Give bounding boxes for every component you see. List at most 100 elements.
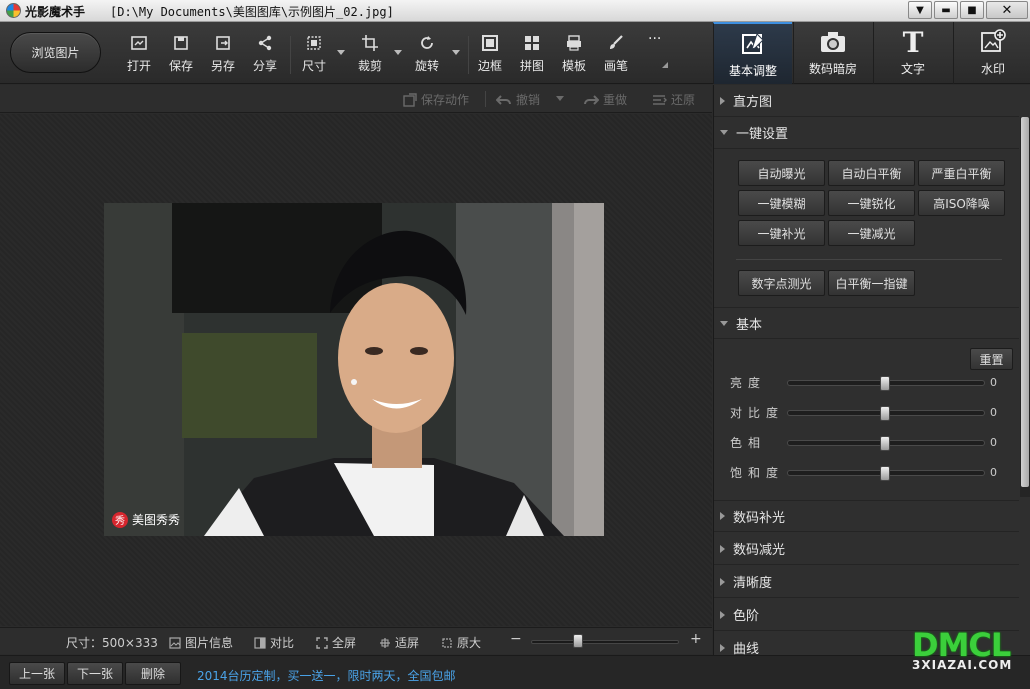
auto-white-balance-button[interactable]: 自动白平衡 xyxy=(828,160,915,186)
compare-button[interactable]: 对比 xyxy=(254,634,294,651)
tab-text[interactable]: T 文字 xyxy=(873,22,952,84)
tab-basic-adjust[interactable]: 基本调整 xyxy=(713,22,792,84)
window-controls: ▼ ▬ ■ ✕ xyxy=(908,1,1028,19)
collage-button[interactable]: 拼图 xyxy=(520,32,544,76)
collapsed-arrow-icon xyxy=(720,96,725,105)
delete-image-button[interactable]: 删除 xyxy=(125,662,181,685)
one-click-fill-light-button[interactable]: 一键补光 xyxy=(738,220,825,246)
zoom-in-button[interactable]: + xyxy=(690,631,702,647)
collapsed-arrow-icon xyxy=(720,544,725,553)
panel-scrollbar[interactable] xyxy=(1020,117,1030,497)
one-click-reduce-light-button[interactable]: 一键减光 xyxy=(828,220,915,246)
zoom-slider[interactable] xyxy=(531,640,679,644)
original-size-label: 原大 xyxy=(457,636,482,650)
section-histogram-label: 直方图 xyxy=(733,95,773,110)
previous-image-button[interactable]: 上一张 xyxy=(9,662,65,685)
section-one-click-label: 一键设置 xyxy=(736,127,789,142)
section-curves[interactable]: 曲线 xyxy=(714,632,1019,655)
save-action-button[interactable]: 保存动作 xyxy=(403,91,469,108)
original-size-button[interactable]: 原大 xyxy=(441,634,481,651)
action-divider xyxy=(485,91,486,107)
spot-metering-button[interactable]: 数字点测光 xyxy=(738,270,825,296)
maximize-button[interactable]: ■ xyxy=(960,1,984,19)
rotate-button[interactable]: 旋转 xyxy=(415,32,439,76)
save-as-icon xyxy=(214,32,232,54)
section-levels-label: 色阶 xyxy=(733,609,760,624)
crop-dropdown-icon[interactable] xyxy=(394,50,402,55)
restore-button[interactable]: 还原 xyxy=(651,91,695,108)
close-button[interactable]: ✕ xyxy=(986,1,1028,19)
tab-basic-adjust-label: 基本调整 xyxy=(728,64,777,78)
saturation-label: 饱和度 xyxy=(730,466,785,480)
redo-button[interactable]: 重做 xyxy=(583,91,627,108)
save-action-icon xyxy=(403,92,417,107)
minimize-button[interactable]: ▬ xyxy=(934,1,958,19)
border-button[interactable]: 边框 xyxy=(478,32,502,76)
fit-screen-button[interactable]: 适屏 xyxy=(379,634,419,651)
strong-white-balance-button[interactable]: 严重白平衡 xyxy=(918,160,1005,186)
open-button[interactable]: 打开 xyxy=(127,32,151,76)
image-canvas[interactable]: 秀 美图秀秀 xyxy=(0,114,712,626)
collapsed-arrow-icon xyxy=(720,577,725,586)
high-iso-denoise-button[interactable]: 高ISO降噪 xyxy=(918,190,1005,216)
section-levels[interactable]: 色阶 xyxy=(714,599,1019,631)
fullscreen-button[interactable]: 全屏 xyxy=(316,634,356,651)
save-button[interactable]: 保存 xyxy=(169,32,193,76)
fullscreen-icon xyxy=(316,636,328,649)
toolbar-divider xyxy=(468,36,469,74)
panel-scrollbar-thumb[interactable] xyxy=(1021,117,1029,487)
brush-icon xyxy=(607,32,625,54)
one-click-sharpen-button[interactable]: 一键锐化 xyxy=(828,190,915,216)
white-balance-picker-button[interactable]: 白平衡一指键 xyxy=(828,270,915,296)
brightness-slider-handle[interactable] xyxy=(880,376,890,391)
section-basic[interactable]: 基本 xyxy=(714,307,1019,339)
contrast-slider-handle[interactable] xyxy=(880,406,890,421)
save-action-label: 保存动作 xyxy=(421,93,470,107)
section-digital-reduce-light[interactable]: 数码减光 xyxy=(714,533,1019,565)
browse-images-button[interactable]: 浏览图片 xyxy=(10,32,101,73)
main-toolbar: 浏览图片 打开 保存 另存 分享 尺寸 裁剪 旋转 边框 拼图 模板 画笔 ··… xyxy=(0,22,1030,84)
compare-icon xyxy=(254,636,266,649)
section-one-click[interactable]: 一键设置 xyxy=(714,117,1019,149)
promo-link[interactable]: 2014台历定制，买一送一，限时两天，全国包邮 xyxy=(197,667,456,684)
crop-button[interactable]: 裁剪 xyxy=(358,32,382,76)
tab-digital-darkroom[interactable]: 数码暗房 xyxy=(793,22,872,84)
template-icon xyxy=(565,32,583,54)
rotate-dropdown-icon[interactable] xyxy=(452,50,460,55)
collapsed-arrow-icon xyxy=(720,512,725,520)
resize-button[interactable]: 尺寸 xyxy=(302,32,326,76)
adjust-panel: 直方图 一键设置 自动曝光 自动白平衡 严重白平衡 一键模糊 一键锐化 高ISO… xyxy=(713,85,1030,655)
zoom-out-button[interactable]: − xyxy=(510,631,522,647)
resize-dropdown-icon[interactable] xyxy=(337,50,345,55)
saturation-slider-handle[interactable] xyxy=(880,466,890,481)
resize-label: 尺寸 xyxy=(302,59,327,73)
tab-watermark[interactable]: 水印 xyxy=(953,22,1030,84)
undo-dropdown-icon[interactable] xyxy=(556,96,564,101)
photo-preview[interactable]: 秀 美图秀秀 xyxy=(104,203,604,536)
next-image-button[interactable]: 下一张 xyxy=(67,662,123,685)
border-icon xyxy=(481,32,499,54)
hue-slider-handle[interactable] xyxy=(880,436,890,451)
expand-corner-icon[interactable] xyxy=(662,62,668,68)
reset-button[interactable]: 重置 xyxy=(970,348,1013,370)
more-tools-button[interactable]: ··· xyxy=(648,28,661,72)
open-icon xyxy=(130,32,148,54)
save-as-button[interactable]: 另存 xyxy=(211,32,235,76)
zoom-slider-handle[interactable] xyxy=(573,634,583,648)
undo-button[interactable]: 撤销 xyxy=(496,91,540,108)
image-info-button[interactable]: 图片信息 xyxy=(169,634,233,651)
share-button[interactable]: 分享 xyxy=(253,32,277,76)
window-menu-button[interactable]: ▼ xyxy=(908,1,932,19)
auto-exposure-button[interactable]: 自动曝光 xyxy=(738,160,825,186)
brush-button[interactable]: 画笔 xyxy=(604,32,628,76)
app-name: 光影魔术手 xyxy=(25,5,86,19)
section-digital-fill-light[interactable]: 数码补光 xyxy=(714,500,1019,532)
one-click-blur-button[interactable]: 一键模糊 xyxy=(738,190,825,216)
template-button[interactable]: 模板 xyxy=(562,32,586,76)
border-label: 边框 xyxy=(478,59,503,73)
brush-label: 画笔 xyxy=(604,59,629,73)
section-clarity[interactable]: 清晰度 xyxy=(714,566,1019,598)
tab-text-label: 文字 xyxy=(900,62,925,76)
section-histogram[interactable]: 直方图 xyxy=(714,85,1019,117)
image-info-label: 图片信息 xyxy=(185,636,234,650)
